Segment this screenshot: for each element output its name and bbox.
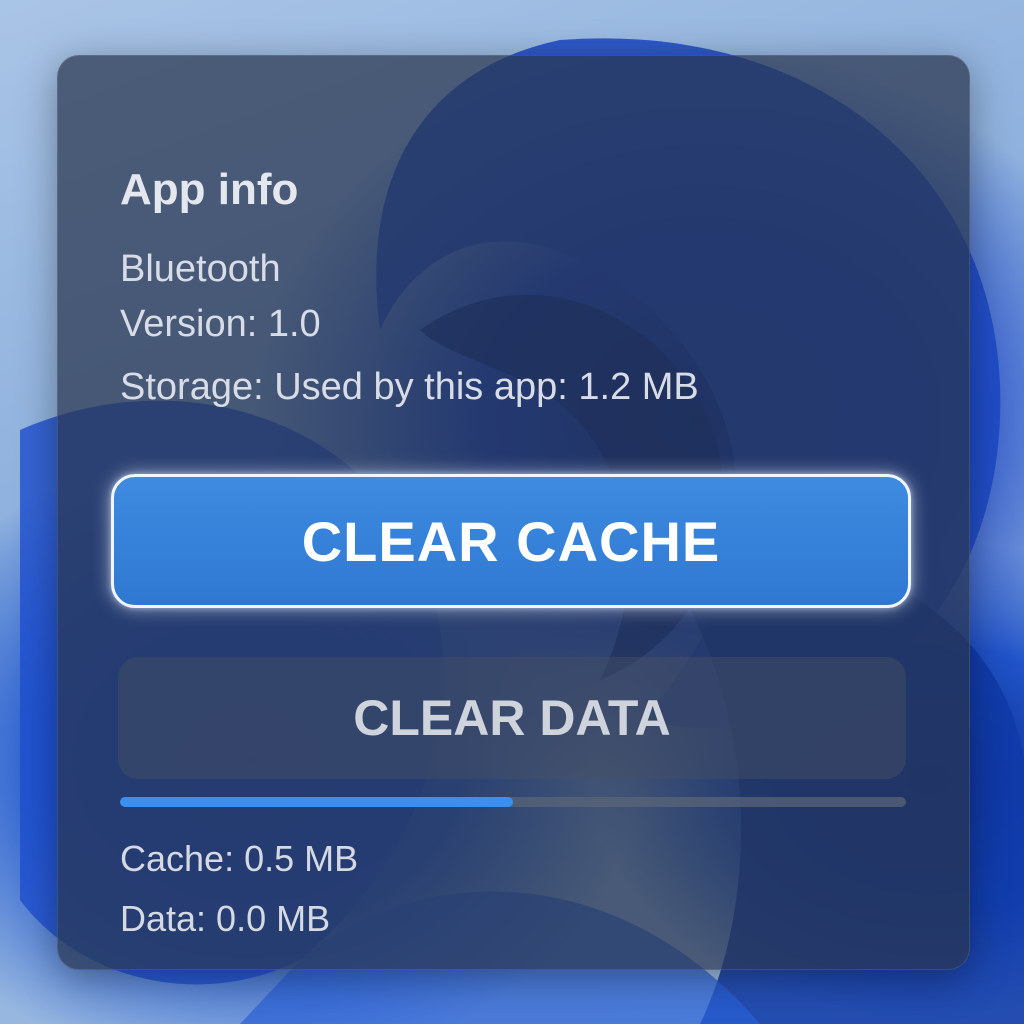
clear-cache-button[interactable]: CLEAR CACHE [111, 474, 911, 608]
app-name: Bluetooth [120, 248, 281, 290]
data-size: Data: 0.0 MB [120, 898, 331, 939]
cache-size: Cache: 0.5 MB [120, 838, 359, 879]
storage-used: Storage: Used by this app: 1.2 MB [120, 366, 699, 408]
storage-progress-bar [120, 797, 906, 807]
storage-progress-fill [120, 797, 513, 807]
page-title: App info [120, 165, 299, 214]
app-version: Version: 1.0 [120, 303, 321, 345]
clear-data-button[interactable]: CLEAR DATA [118, 657, 906, 779]
